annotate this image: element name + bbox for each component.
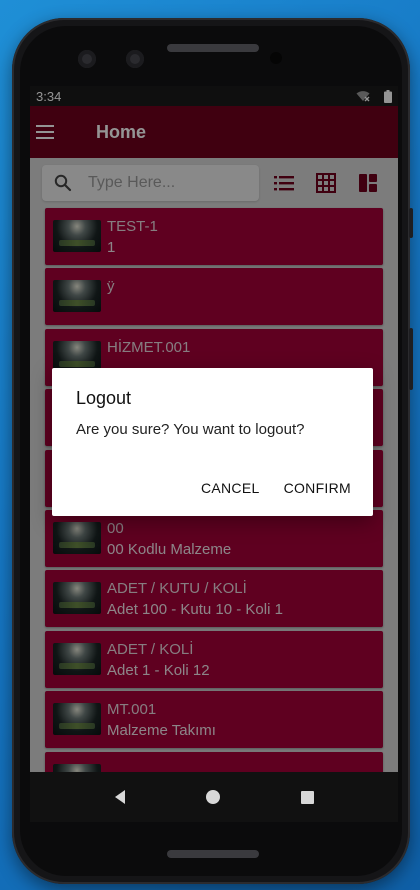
back-icon[interactable] (114, 790, 125, 804)
power-button[interactable] (409, 328, 413, 390)
cancel-button[interactable]: CANCEL (201, 480, 260, 496)
speaker-grille (167, 850, 259, 858)
dialog-title: Logout (76, 388, 132, 408)
home-icon[interactable] (205, 790, 220, 804)
app-screen: 3:34 Home Type Here... TEST-1 1 ÿ HİZMET… (30, 86, 398, 822)
dialog-message: Are you sure? You want to logout? (76, 421, 305, 438)
camera-icon (126, 50, 144, 68)
recents-icon[interactable] (300, 790, 314, 804)
earpiece (167, 44, 259, 52)
dialog-actions: CANCEL CONFIRM (201, 480, 351, 496)
logout-dialog: Logout Are you sure? You want to logout?… (52, 368, 373, 516)
volume-button[interactable] (409, 208, 413, 238)
system-nav-bar (30, 772, 398, 822)
confirm-button[interactable]: CONFIRM (284, 480, 351, 496)
sensor-icon (270, 52, 282, 64)
camera-icon (78, 50, 96, 68)
